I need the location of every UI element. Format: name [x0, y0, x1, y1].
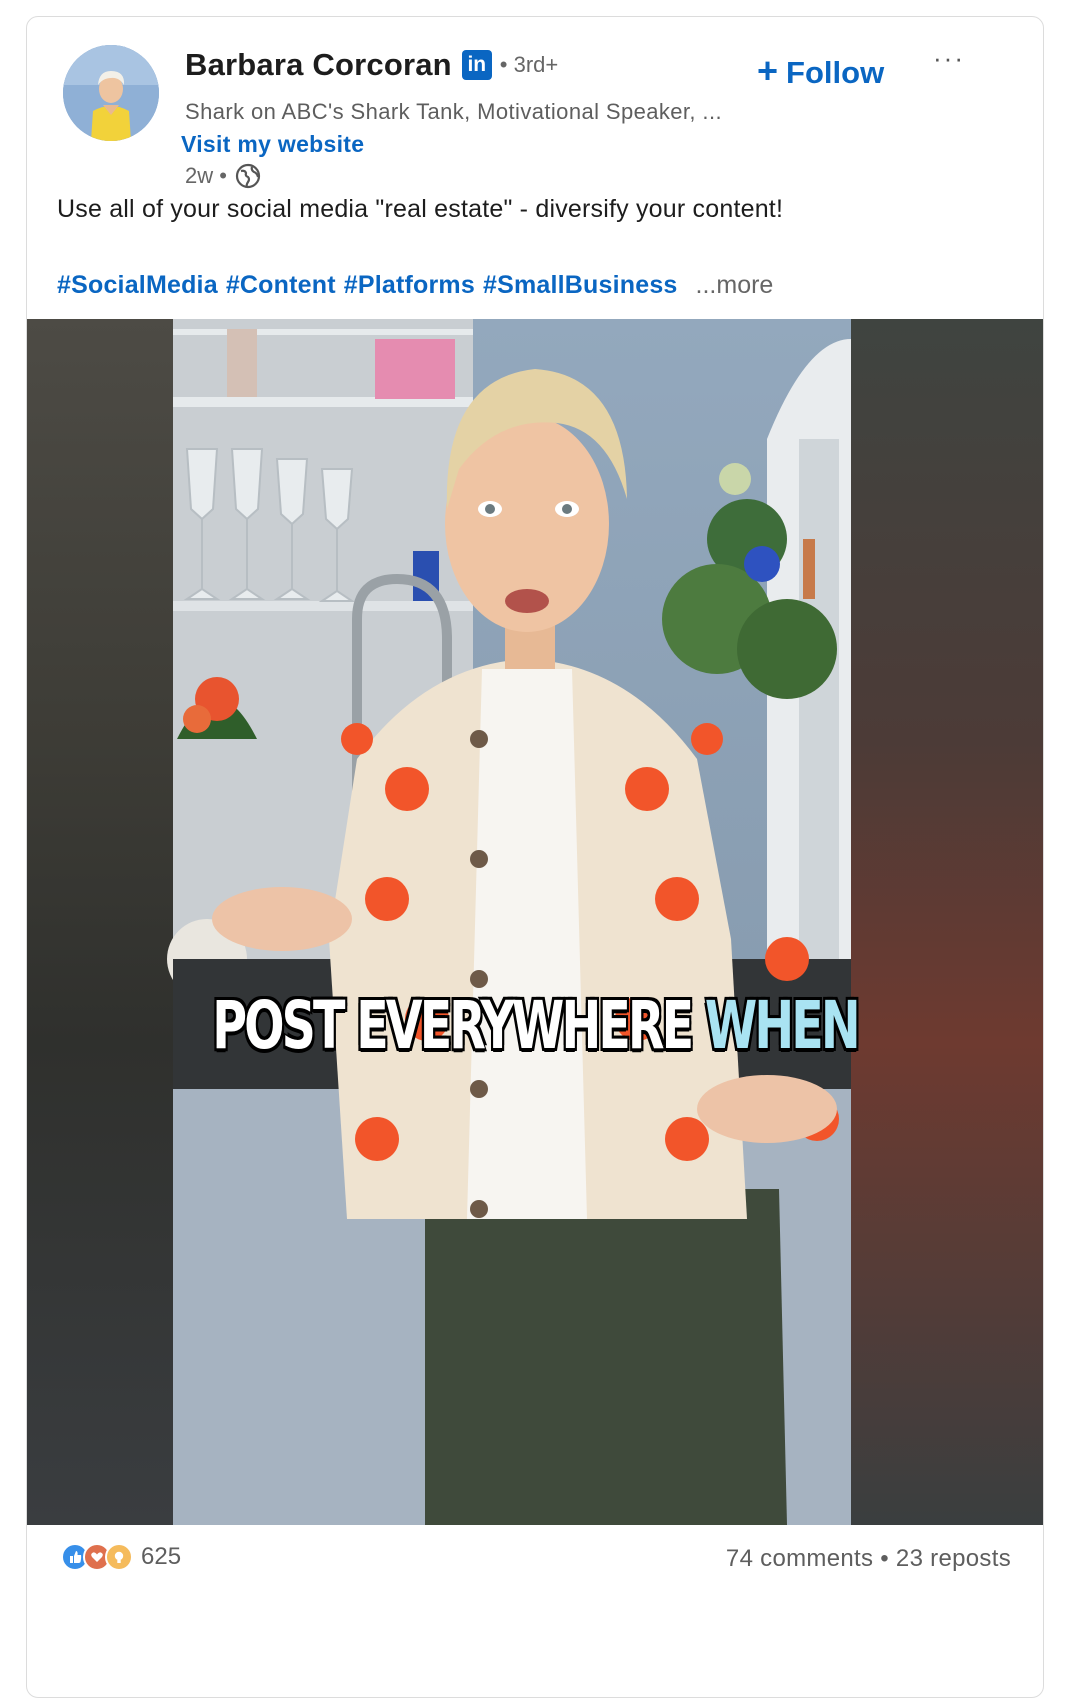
- engagement-counts: 74 comments • 23 reposts: [726, 1545, 1011, 1573]
- follow-button[interactable]: + Follow: [757, 50, 885, 91]
- connection-degree: • 3rd+: [499, 52, 559, 77]
- reposts-count-link[interactable]: 23 reposts: [896, 1545, 1011, 1572]
- hashtag-link[interactable]: #SmallBusiness: [483, 271, 678, 300]
- post-card: Barbara Corcoran in • 3rd+ Shark on ABC'…: [26, 16, 1044, 1698]
- post-text: Use all of your social media "real estat…: [57, 195, 784, 223]
- video-frame: [27, 319, 1043, 1525]
- author-headline: Shark on ABC's Shark Tank, Motivational …: [185, 99, 722, 124]
- post-time: 2w •: [185, 163, 227, 188]
- comments-count-link[interactable]: 74 comments: [726, 1545, 873, 1572]
- author-name-line: Barbara Corcoran in • 3rd+: [185, 47, 558, 83]
- caption-main: POST EVERYWHERE: [212, 987, 694, 1064]
- insightful-reaction-icon: [105, 1543, 133, 1571]
- globe-icon: [235, 163, 261, 189]
- caption-highlight: WHEN: [704, 987, 861, 1064]
- reaction-count: 625: [141, 1543, 182, 1570]
- counts-separator: •: [880, 1545, 889, 1572]
- post-meta: 2w •: [185, 163, 261, 189]
- video-player[interactable]: POST EVERYWHERE WHEN: [27, 319, 1043, 1525]
- hashtag-link[interactable]: #Platforms: [344, 271, 475, 300]
- hashtag-link[interactable]: #Content: [226, 271, 336, 300]
- author-avatar[interactable]: [63, 45, 159, 141]
- hashtag-link[interactable]: #SocialMedia: [57, 271, 218, 300]
- follow-label: Follow: [786, 55, 885, 90]
- author-name[interactable]: Barbara Corcoran: [185, 47, 452, 83]
- see-more-button[interactable]: ...more: [696, 271, 774, 300]
- visit-website-link[interactable]: Visit my website: [181, 131, 364, 158]
- linkedin-badge-icon: in: [461, 50, 492, 80]
- video-caption: POST EVERYWHERE WHEN: [169, 987, 901, 1064]
- hashtag-line: #SocialMedia #Content #Platforms #SmallB…: [57, 271, 773, 300]
- social-counts-bar: 625 74 comments • 23 reposts: [27, 1525, 1043, 1645]
- more-options-icon[interactable]: ···: [927, 43, 971, 73]
- reactions-summary[interactable]: 625: [61, 1543, 181, 1571]
- plus-icon: +: [757, 50, 779, 91]
